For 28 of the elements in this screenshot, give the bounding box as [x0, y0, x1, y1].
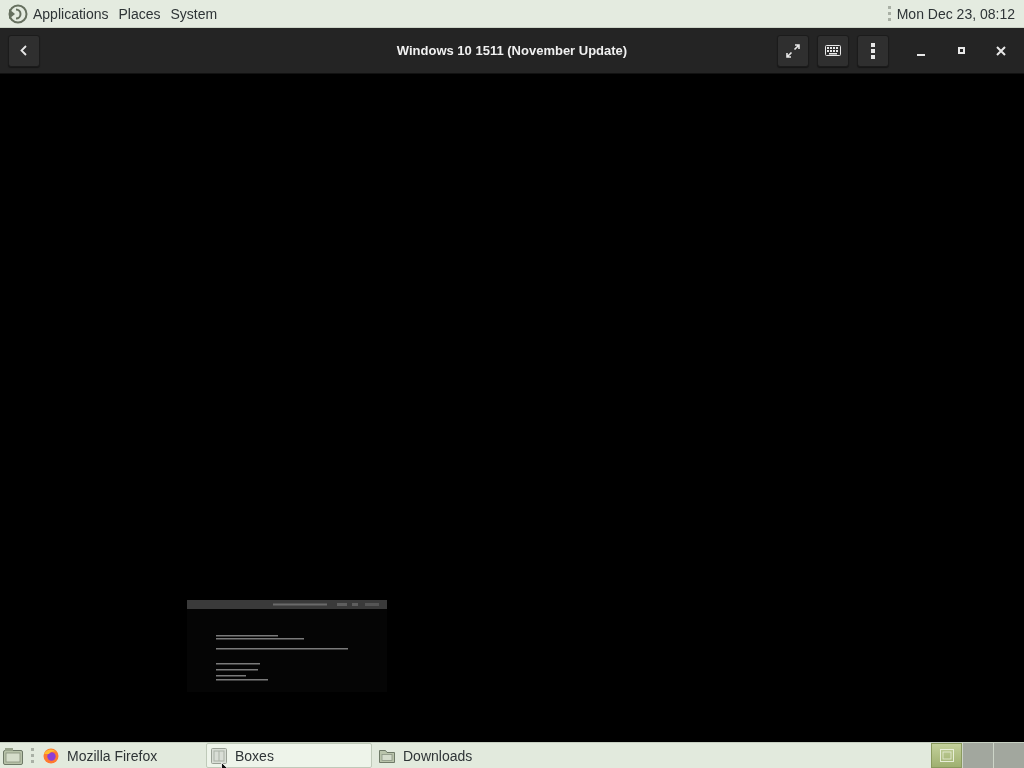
fullscreen-button[interactable]: [777, 34, 809, 67]
taskbar-button[interactable]: Boxes: [206, 743, 372, 768]
grip-icon[interactable]: [30, 748, 35, 763]
vertical-dots-icon: [871, 42, 875, 59]
folder-icon: [379, 747, 395, 764]
diagonal-arrows-icon: [786, 43, 800, 58]
browser-icon: [43, 747, 59, 764]
grip-icon[interactable]: [886, 6, 892, 21]
back-button[interactable]: [8, 34, 40, 67]
maximize-icon: [957, 47, 965, 54]
desktop-icon[interactable]: [3, 746, 23, 765]
window-icon: [939, 749, 954, 762]
chevron-left-icon: [20, 45, 28, 56]
clock[interactable]: Mon Dec 23, 08:12: [891, 3, 1020, 24]
logo-icon[interactable]: [8, 3, 28, 24]
menu-item[interactable]: Applications: [28, 3, 114, 24]
menu-item[interactable]: Places: [113, 3, 166, 24]
workspace-button[interactable]: [931, 743, 962, 768]
window-title: Windows 10 1511 (November Update): [395, 43, 629, 58]
menu-item[interactable]: System: [165, 3, 223, 24]
window-icon: [211, 747, 227, 764]
keyboard-button[interactable]: [817, 34, 849, 67]
taskbar-button[interactable]: Downloads: [374, 743, 540, 768]
close-icon: [996, 45, 1006, 56]
keyboard-icon: [825, 45, 841, 56]
menu-button[interactable]: [857, 34, 889, 67]
minimize-icon: [917, 53, 925, 56]
taskbar-button[interactable]: Mozilla Firefox: [38, 743, 204, 768]
